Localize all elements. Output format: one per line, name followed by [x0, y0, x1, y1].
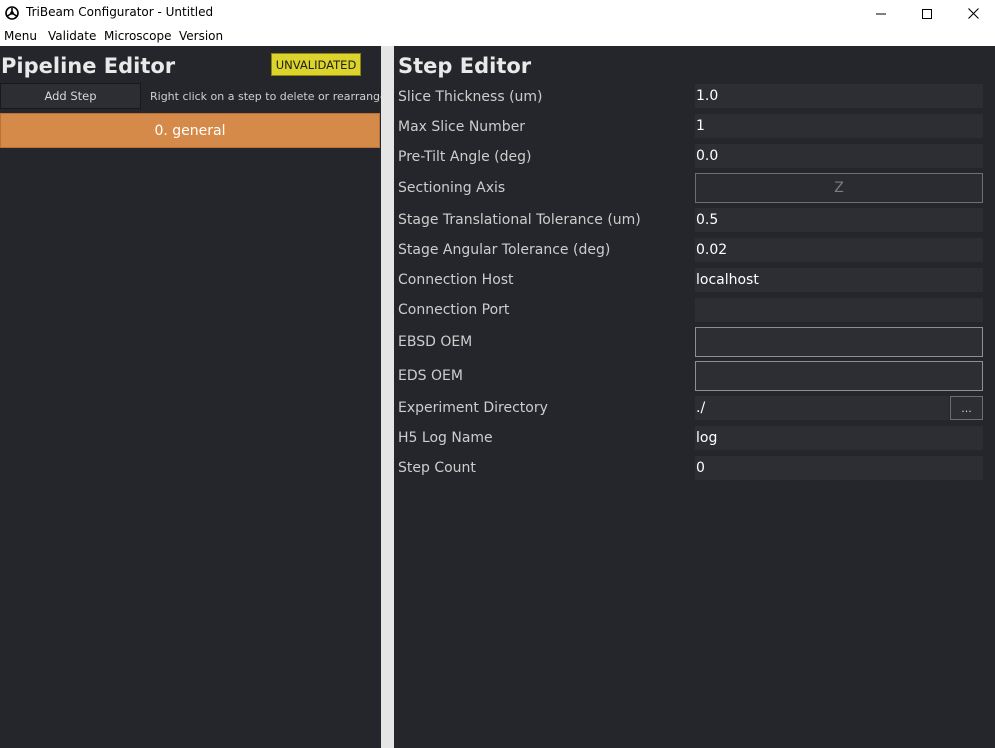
sectioning-axis-label: Sectioning Axis [398, 180, 506, 196]
window-title: TriBeam Configurator - Untitled [26, 5, 214, 19]
connection-host-input[interactable]: localhost [695, 268, 983, 292]
h5-log-name-label: H5 Log Name [398, 430, 493, 446]
connection-port-input[interactable] [695, 298, 983, 322]
maximize-icon [922, 8, 932, 19]
menu-menu[interactable]: Menu [4, 29, 37, 43]
pipeline-step-item[interactable]: 0. general [0, 113, 380, 148]
step-editor-title: Step Editor [398, 54, 532, 78]
step-count-input[interactable]: 0 [695, 456, 983, 480]
maximize-button[interactable] [904, 0, 950, 27]
stage-angular-tolerance-label: Stage Angular Tolerance (deg) [398, 242, 611, 258]
menu-validate[interactable]: Validate [48, 29, 96, 43]
step-count-label: Step Count [398, 460, 476, 476]
validation-status-badge: UNVALIDATED [271, 53, 361, 76]
ebsd-oem-input[interactable] [695, 327, 983, 357]
minimize-icon [876, 13, 886, 14]
browse-directory-button[interactable]: ... [950, 396, 983, 420]
menu-bar: Menu Validate Microscope Version [0, 27, 995, 46]
eds-oem-input[interactable] [695, 361, 983, 391]
pane-splitter[interactable] [381, 46, 394, 748]
sectioning-axis-dropdown[interactable]: Z [695, 173, 983, 203]
tribeam-app-icon [5, 5, 19, 20]
slice-thickness-input[interactable]: 1.0 [695, 84, 983, 108]
pre-tilt-angle-input[interactable]: 0.0 [695, 144, 983, 168]
experiment-directory-input[interactable]: ./ [695, 396, 949, 420]
max-slice-number-input[interactable]: 1 [695, 114, 983, 138]
close-button[interactable] [950, 0, 995, 27]
pre-tilt-angle-label: Pre-Tilt Angle (deg) [398, 149, 532, 165]
h5-log-name-input[interactable]: log [695, 426, 983, 450]
add-step-button[interactable]: Add Step [0, 83, 141, 109]
max-slice-number-label: Max Slice Number [398, 119, 526, 135]
pipeline-hint-text: Right click on a step to delete or rearr… [150, 90, 387, 103]
pipeline-editor-title: Pipeline Editor [1, 54, 176, 78]
menu-microscope[interactable]: Microscope [104, 29, 172, 43]
connection-port-label: Connection Port [398, 302, 510, 318]
title-bar: TriBeam Configurator - Untitled [0, 0, 995, 27]
connection-host-label: Connection Host [398, 272, 514, 288]
step-editor-panel: Step Editor Slice Thickness (um) 1.0 Max… [394, 46, 995, 748]
slice-thickness-label: Slice Thickness (um) [398, 89, 543, 105]
ebsd-oem-label: EBSD OEM [398, 334, 473, 350]
stage-translational-tolerance-input[interactable]: 0.5 [695, 208, 983, 232]
eds-oem-label: EDS OEM [398, 368, 463, 384]
pipeline-editor-panel: Pipeline Editor UNVALIDATED Add Step Rig… [0, 46, 387, 748]
menu-version[interactable]: Version [179, 29, 223, 43]
minimize-button[interactable] [858, 0, 904, 27]
stage-angular-tolerance-input[interactable]: 0.02 [695, 238, 983, 262]
close-icon [967, 8, 979, 19]
experiment-directory-label: Experiment Directory [398, 400, 548, 416]
stage-translational-tolerance-label: Stage Translational Tolerance (um) [398, 212, 641, 228]
